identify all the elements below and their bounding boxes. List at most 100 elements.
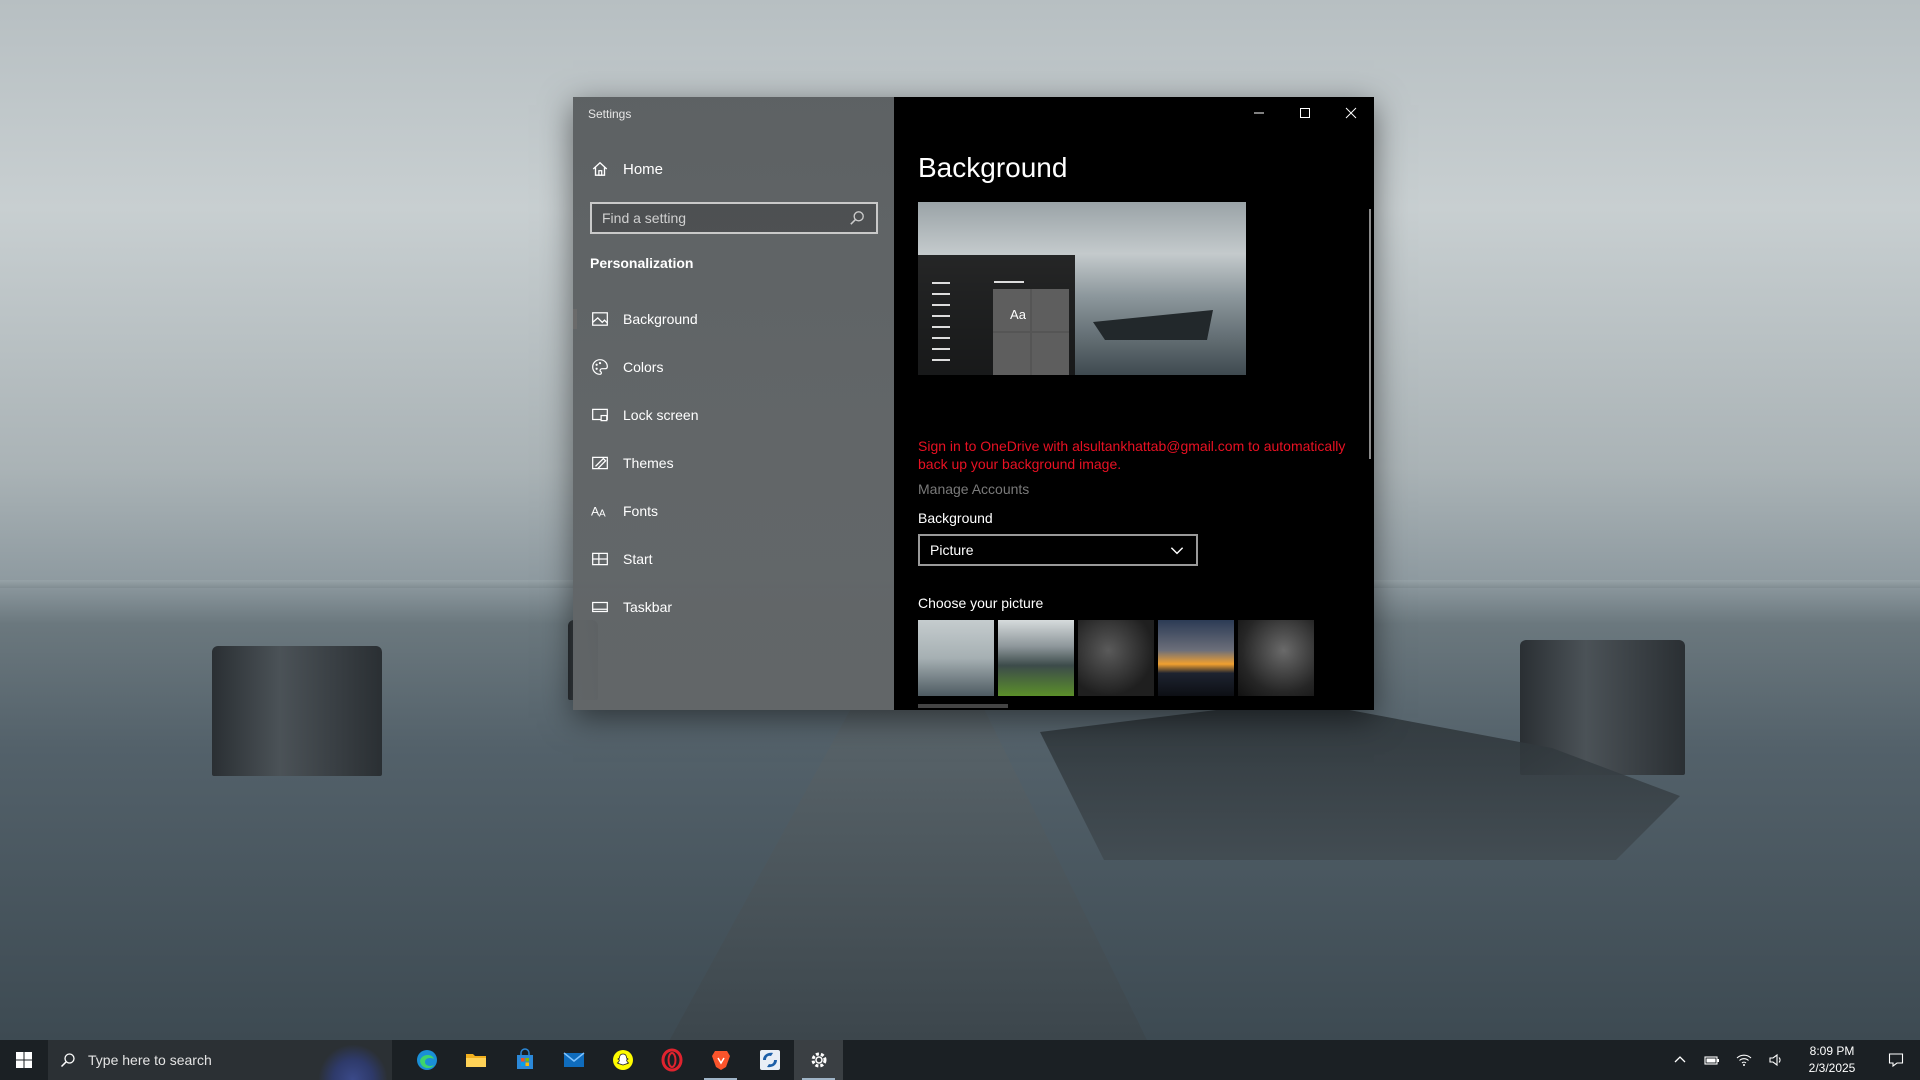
windows-logo-icon xyxy=(16,1052,32,1068)
clock-time: 8:09 PM xyxy=(1809,1044,1855,1058)
section-title: Personalization xyxy=(590,255,694,271)
file-explorer-icon xyxy=(465,1054,486,1067)
taskbar-apps xyxy=(402,1040,843,1080)
lock-screen-icon xyxy=(591,406,609,424)
taskbar-search[interactable]: Type here to search xyxy=(48,1040,392,1080)
preview-tile-line xyxy=(994,281,1024,283)
preview-boat xyxy=(1093,310,1213,340)
page-title: Background xyxy=(918,152,1068,183)
picture-thumbnail[interactable] xyxy=(918,620,994,696)
manage-accounts-link[interactable]: Manage Accounts xyxy=(918,481,1029,497)
taskbar: Type here to search 8:09 PM 2/3/2025 xyxy=(0,1040,1920,1080)
sidebar-item-taskbar[interactable]: Taskbar xyxy=(573,583,894,631)
home-link[interactable]: Home xyxy=(591,159,663,179)
taskbar-icon xyxy=(591,598,609,616)
window-controls xyxy=(1236,97,1374,129)
app-icon xyxy=(759,1050,780,1070)
opera-icon xyxy=(661,1048,682,1072)
background-type-dropdown[interactable]: Picture xyxy=(918,534,1198,566)
find-setting-search[interactable] xyxy=(590,202,878,234)
settings-window: Settings Home Personalization Background xyxy=(573,97,1374,710)
action-center-button[interactable] xyxy=(1872,1040,1920,1080)
chevron-down-icon xyxy=(1168,541,1186,559)
sidebar-item-label: Colors xyxy=(623,359,664,375)
palette-icon xyxy=(591,358,609,376)
battery-icon xyxy=(1704,1056,1719,1065)
choose-picture-label: Choose your picture xyxy=(918,595,1044,611)
taskbar-app-generic[interactable] xyxy=(745,1040,794,1080)
sidebar-item-colors[interactable]: Colors xyxy=(573,343,894,391)
system-tray: 8:09 PM 2/3/2025 xyxy=(1664,1040,1920,1080)
taskbar-app-brave[interactable] xyxy=(696,1040,745,1080)
clock[interactable]: 8:09 PM 2/3/2025 xyxy=(1792,1043,1872,1077)
themes-icon xyxy=(591,454,609,472)
preview-tile-text: Aa xyxy=(1010,306,1026,322)
vertical-scrollbar[interactable] xyxy=(1369,209,1371,459)
taskbar-app-file-explorer[interactable] xyxy=(451,1040,500,1080)
taskbar-app-mail[interactable] xyxy=(549,1040,598,1080)
picture-thumbnail[interactable] xyxy=(1238,620,1314,696)
personalization-nav: Background Colors Lock screen Themes A A… xyxy=(573,295,894,631)
sidebar-item-fonts[interactable]: AA Fonts xyxy=(573,487,894,535)
sidebar-item-label: Themes xyxy=(623,455,674,471)
background-preview: Aa xyxy=(918,202,1246,375)
sidebar-item-start[interactable]: Start xyxy=(573,535,894,583)
start-button[interactable] xyxy=(0,1040,48,1080)
search-icon xyxy=(60,1053,75,1068)
sidebar-item-label: Lock screen xyxy=(623,407,699,423)
taskbar-app-opera[interactable] xyxy=(647,1040,696,1080)
svg-text:A: A xyxy=(599,509,606,520)
search-input[interactable] xyxy=(602,210,842,226)
volume-button[interactable] xyxy=(1760,1040,1792,1080)
show-hidden-icons-button[interactable] xyxy=(1664,1040,1696,1080)
taskbar-app-edge[interactable] xyxy=(402,1040,451,1080)
sidebar-item-label: Start xyxy=(623,551,653,567)
mail-icon xyxy=(563,1052,584,1067)
fonts-icon: AA xyxy=(591,502,609,520)
maximize-button[interactable] xyxy=(1282,97,1328,129)
taskbar-app-settings[interactable] xyxy=(794,1040,843,1080)
sidebar-item-lock-screen[interactable]: Lock screen xyxy=(573,391,894,439)
snapchat-icon xyxy=(612,1050,633,1070)
close-button[interactable] xyxy=(1328,97,1374,129)
notification-icon xyxy=(1888,1053,1904,1068)
dropdown-value: Picture xyxy=(930,542,974,558)
microsoft-store-icon xyxy=(516,1048,533,1069)
battery-button[interactable] xyxy=(1696,1040,1728,1080)
start-icon xyxy=(591,550,609,568)
sidebar-item-label: Background xyxy=(623,311,698,327)
picture-thumbnail[interactable] xyxy=(1078,620,1154,696)
minimize-button[interactable] xyxy=(1236,97,1282,129)
search-icon[interactable] xyxy=(848,209,866,227)
sidebar-item-label: Fonts xyxy=(623,503,659,519)
brave-icon xyxy=(711,1051,730,1070)
home-icon xyxy=(591,160,609,178)
picture-thumbnail[interactable] xyxy=(998,620,1074,696)
sidebar-item-label: Taskbar xyxy=(623,599,673,615)
clock-date: 2/3/2025 xyxy=(1808,1061,1856,1075)
wallpaper-post-left xyxy=(212,646,382,776)
taskbar-app-snapchat[interactable] xyxy=(598,1040,647,1080)
sidebar-item-themes[interactable]: Themes xyxy=(573,439,894,487)
sidebar-item-background[interactable]: Background xyxy=(573,295,894,343)
close-icon xyxy=(1345,107,1357,119)
speaker-icon xyxy=(1769,1053,1781,1067)
background-label: Background xyxy=(918,510,993,526)
network-button[interactable] xyxy=(1728,1040,1760,1080)
wifi-icon xyxy=(1736,1054,1752,1066)
picture-icon xyxy=(591,310,609,328)
taskbar-app-store[interactable] xyxy=(500,1040,549,1080)
settings-icon xyxy=(811,1052,826,1068)
onedrive-message[interactable]: Sign in to OneDrive with alsultankhattab… xyxy=(918,437,1358,473)
minimize-icon xyxy=(1254,112,1264,114)
picture-thumbnails xyxy=(918,620,1314,696)
focus-indicator xyxy=(918,704,1008,708)
preview-start-list xyxy=(924,282,952,370)
home-label: Home xyxy=(623,160,664,178)
settings-sidebar: Settings Home Personalization Background xyxy=(573,97,894,710)
edge-icon xyxy=(416,1050,437,1070)
search-highlight-art xyxy=(318,1044,388,1080)
maximize-icon xyxy=(1300,108,1310,118)
chevron-up-icon xyxy=(1674,1056,1686,1063)
picture-thumbnail[interactable] xyxy=(1158,620,1234,696)
